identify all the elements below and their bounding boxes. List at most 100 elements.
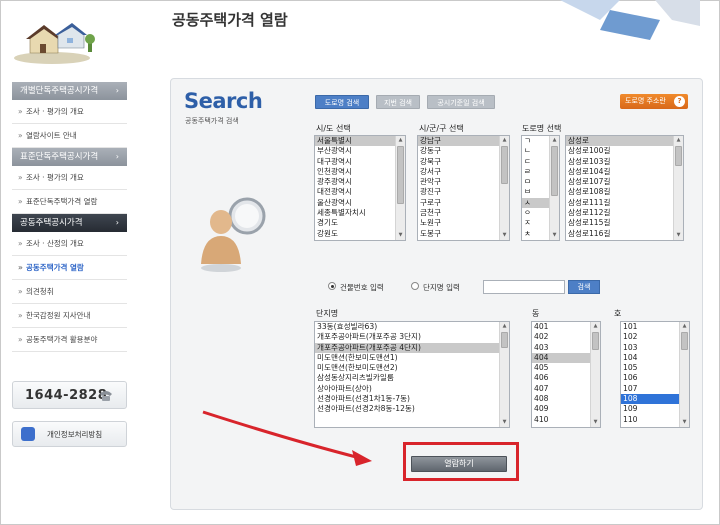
bullet-icon: »: [18, 107, 23, 116]
sido-header: 시/도 선택: [316, 124, 351, 133]
keyword-input[interactable]: [483, 280, 565, 294]
sidebar-item-label: 조사 · 평가의 개요: [26, 173, 84, 182]
header-decoration: [560, 0, 700, 40]
sidebar-item-standard-overview[interactable]: » 조사 · 평가의 개요: [12, 166, 127, 190]
list-option[interactable]: 강원도: [315, 229, 405, 239]
complex-name-radio[interactable]: [411, 282, 419, 290]
dong-select[interactable]: 401 402 403 404 405 406 407 408 409 410 ▲ ▼: [531, 321, 601, 428]
list-option[interactable]: 미도맨션(한보미도맨션1): [315, 353, 509, 363]
list-option[interactable]: 33동(효성빌라63): [315, 322, 509, 332]
list-option[interactable]: 삼성로107길: [566, 177, 683, 187]
list-option[interactable]: 노원구: [418, 218, 509, 228]
list-option[interactable]: 삼성로112길: [566, 208, 683, 218]
tab-lot-search[interactable]: 지번 검색: [376, 95, 420, 109]
search-subtitle: 공동주택가격 검색: [185, 117, 239, 125]
chevron-right-icon: ›: [115, 218, 119, 227]
list-option[interactable]: 삼성로100길: [566, 146, 683, 156]
sidebar-category-individual-house[interactable]: 개별단독주택공시가격 ›: [12, 82, 127, 100]
sidebar-category-apartment[interactable]: 공동주택공시가격 ›: [12, 214, 127, 232]
road-header: 도로명 선택: [522, 124, 562, 133]
list-option[interactable]: 삼성로116길: [566, 229, 683, 239]
category-label: 공동주택공시가격: [20, 218, 83, 228]
list-option[interactable]: 삼성로111길: [566, 198, 683, 208]
sigungu-header: 시/군/구 선택: [419, 124, 464, 133]
list-option[interactable]: 강동구: [418, 146, 509, 156]
list-option[interactable]: 광주광역시: [315, 177, 405, 187]
list-option[interactable]: 서울특별시: [315, 136, 405, 147]
scrollbar[interactable]: ▲ ▼: [673, 136, 683, 240]
sidebar-item-usage[interactable]: » 공동주택가격 활용분야: [12, 328, 127, 352]
search-title: Search: [184, 89, 263, 113]
list-option[interactable]: 삼성로108길: [566, 187, 683, 197]
search-button[interactable]: 검색: [568, 280, 600, 294]
road-initial-select[interactable]: ㄱㄴㄷㄹㅁㅂㅅㅇㅈㅊ ▲ ▼: [521, 135, 560, 241]
sidebar-category-standard-house[interactable]: 표준단독주택공시가격 ›: [12, 148, 127, 166]
list-option[interactable]: 개포주공아파트(개포주공 3단지): [315, 332, 509, 342]
sidebar-item-standard-view[interactable]: » 표준단독주택가격 열람: [12, 190, 127, 214]
sidebar-item-label: 한국감정원 지사안내: [26, 311, 91, 320]
list-option[interactable]: 미도맨션(한보미도맨션2): [315, 363, 509, 373]
list-option[interactable]: 관악구: [418, 177, 509, 187]
category-label: 개별단독주택공시가격: [20, 86, 99, 96]
road-address-button[interactable]: 도로명 주소란 ?: [620, 94, 688, 109]
bullet-icon: »: [18, 311, 23, 320]
complex-name-label: 단지명 입력: [423, 283, 460, 292]
sidebar-item-label: 공동주택가격 열람: [26, 263, 84, 272]
scrollbar[interactable]: ▲ ▼: [395, 136, 405, 240]
list-option[interactable]: 삼성로104길: [566, 167, 683, 177]
list-option[interactable]: 도봉구: [418, 229, 509, 239]
user-search-icon: [201, 197, 266, 272]
list-option[interactable]: 인천광역시: [315, 167, 405, 177]
list-option[interactable]: 강남구: [418, 136, 509, 147]
sidebar-item-individual-sites[interactable]: » 열람사이트 안내: [12, 124, 127, 148]
privacy-policy-button[interactable]: 개인정보처리방침: [12, 421, 127, 447]
road-name-select[interactable]: 삼성로 삼성로100길 삼성로103길 삼성로104길 삼성로107길 삼성로108길 삼성…: [565, 135, 684, 241]
list-option[interactable]: 광진구: [418, 187, 509, 197]
ho-select[interactable]: 101 102 103 104 105 106 107 108 109 110 ▲ ▼: [620, 321, 690, 428]
list-option[interactable]: 삼성동상지리츠빌카일룸: [315, 373, 509, 383]
chevron-right-icon: ›: [115, 86, 119, 95]
list-option[interactable]: 경기도: [315, 218, 405, 228]
list-option[interactable]: 울산광역시: [315, 198, 405, 208]
scrollbar[interactable]: ▲ ▼: [499, 322, 509, 427]
list-option[interactable]: 개포주공아파트(개포주공 4단지): [315, 342, 509, 353]
list-option[interactable]: 삼성로115길: [566, 218, 683, 228]
building-number-label: 건물번호 입력: [340, 283, 384, 292]
sido-select[interactable]: 서울특별시 부산광역시 대구광역시 인천광역시 광주광역시 대전광역시 울산광역시 세종특별자…: [314, 135, 406, 241]
sidebar-item-opinion[interactable]: » 의견청취: [12, 280, 127, 304]
list-option[interactable]: 강서구: [418, 167, 509, 177]
sidebar-item-apartment-overview[interactable]: » 조사 · 산정의 개요: [12, 232, 127, 256]
scrollbar[interactable]: ▲ ▼: [679, 322, 689, 427]
chevron-right-icon: ›: [115, 152, 119, 161]
phone-box: 1644-2828: [12, 381, 127, 409]
sidebar: 개별단독주택공시가격 › » 조사 · 평가의 개요 » 열람사이트 안내 표준단독…: [12, 82, 127, 352]
complex-select[interactable]: 33동(효성빌라63) 개포주공아파트(개포주공 3단지) 개포주공아파트(개포주공…: [314, 321, 510, 428]
list-option[interactable]: 구로구: [418, 198, 509, 208]
list-option[interactable]: 대구광역시: [315, 157, 405, 167]
bullet-icon: »: [18, 263, 23, 272]
list-option[interactable]: 상아아파트(상아): [315, 384, 509, 394]
sidebar-item-individual-overview[interactable]: » 조사 · 평가의 개요: [12, 100, 127, 124]
bullet-icon: »: [18, 287, 23, 296]
tab-date-search[interactable]: 공시기준일 검색: [427, 95, 495, 109]
list-option[interactable]: 삼성로103길: [566, 157, 683, 167]
scrollbar[interactable]: ▲ ▼: [499, 136, 509, 240]
list-option[interactable]: 삼성로: [566, 136, 683, 147]
list-option[interactable]: 금천구: [418, 208, 509, 218]
sidebar-item-apartment-view[interactable]: » 공동주택가격 열람: [12, 256, 127, 280]
list-option[interactable]: 선경아파트(선경1차1동-7동): [315, 394, 509, 404]
sidebar-item-branch[interactable]: » 한국감정원 지사안내: [12, 304, 127, 328]
ho-header: 호: [614, 309, 622, 318]
list-option[interactable]: 대전광역시: [315, 187, 405, 197]
list-option[interactable]: 선경아파트(선경2차8동-12동): [315, 404, 509, 414]
list-option[interactable]: 세종특별자치시: [315, 208, 405, 218]
scrollbar[interactable]: ▲ ▼: [549, 136, 559, 240]
building-number-radio[interactable]: [328, 282, 336, 290]
sigungu-select[interactable]: 강남구 강동구 강북구 강서구 관악구 광진구 구로구 금천구 노원구 도봉구 ▲ ▼: [417, 135, 510, 241]
scrollbar[interactable]: ▲ ▼: [590, 322, 600, 427]
sidebar-item-label: 열람사이트 안내: [26, 131, 77, 140]
list-option[interactable]: 강북구: [418, 157, 509, 167]
list-option[interactable]: 부산광역시: [315, 146, 405, 156]
tab-road-search[interactable]: 도로명 검색: [315, 95, 369, 109]
privacy-label: 개인정보처리방침: [47, 430, 103, 439]
